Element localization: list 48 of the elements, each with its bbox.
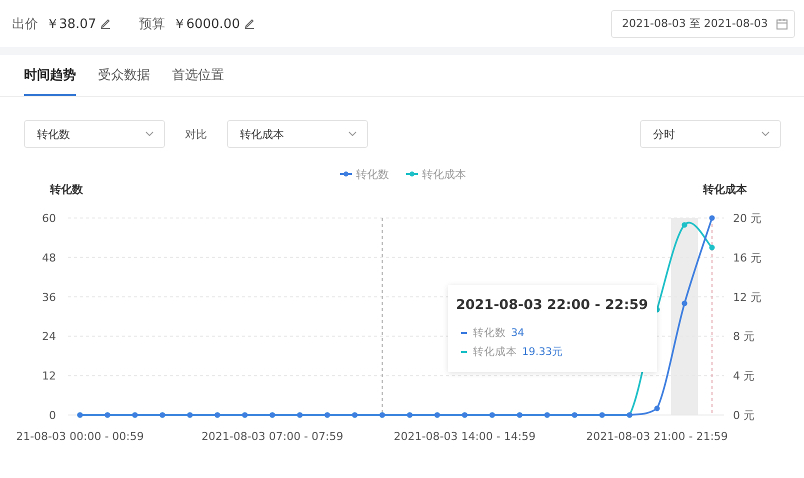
budget-label: 预算 <box>139 16 166 32</box>
axis-label: 12 <box>42 370 56 383</box>
point <box>654 406 660 412</box>
axis-label: 2021-08-03 14:00 - 14:59 <box>394 430 536 443</box>
budget-value: ￥6000.00 <box>173 16 240 32</box>
compare-select[interactable]: 转化成本 <box>227 120 368 148</box>
axis-label: 12 元 <box>733 290 762 304</box>
tab[interactable]: 受众数据 <box>98 55 150 96</box>
axis-title: 转化数 <box>50 183 83 196</box>
axis-label: 24 <box>42 330 56 344</box>
tooltip-label: 转化成本 <box>473 345 517 359</box>
axis-label: 60 <box>42 212 56 225</box>
axis-label: 2021-08-03 21:00 - 21:59 <box>586 430 728 443</box>
axis-label: 16 元 <box>733 251 762 264</box>
tooltip-value: 19.33元 <box>522 345 564 359</box>
date-range-field[interactable]: 2021-08-03 至 2021-08-03 <box>611 10 795 38</box>
axis-label: 2021-08-03 07:00 - 07:59 <box>201 430 344 443</box>
axis-label: 8 元 <box>733 330 754 344</box>
bid-value: ￥38.07 <box>46 16 96 32</box>
tooltip-value: 34 <box>511 327 524 339</box>
axis-title: 转化成本 <box>703 183 747 196</box>
metric-select[interactable]: 转化数 <box>24 120 165 148</box>
legend-marker[interactable] <box>340 172 352 176</box>
chevron-icon <box>348 131 357 137</box>
granularity-select[interactable]: 分时 <box>640 120 781 148</box>
tab[interactable]: 首选位置 <box>172 55 224 96</box>
axis-label: 20 元 <box>733 212 762 225</box>
point <box>682 300 688 306</box>
point <box>682 222 688 228</box>
calendar-icon <box>776 18 788 30</box>
chevron-icon <box>145 131 154 137</box>
tooltip-title: 2021-08-03 22:00 - 22:59 <box>456 296 648 315</box>
axis-label: 21-08-03 00:00 - 00:59 <box>16 430 144 443</box>
axis-label: 0 <box>49 409 56 422</box>
chevron-icon <box>761 131 770 137</box>
point <box>709 215 715 221</box>
edit-icon[interactable] <box>244 18 255 29</box>
tab[interactable]: 时间趋势 <box>24 55 76 96</box>
tooltip-label: 转化数 <box>473 326 506 340</box>
legend-marker[interactable] <box>406 172 418 176</box>
axis-label: 4 元 <box>733 370 754 383</box>
bid-label: 出价 <box>12 16 38 32</box>
axis-label: 36 <box>42 290 56 304</box>
axis-label: 48 <box>42 251 56 264</box>
point <box>709 244 715 250</box>
axis-label: 0 元 <box>733 409 754 422</box>
edit-icon[interactable] <box>100 18 112 29</box>
compare-label: 对比 <box>185 126 207 142</box>
